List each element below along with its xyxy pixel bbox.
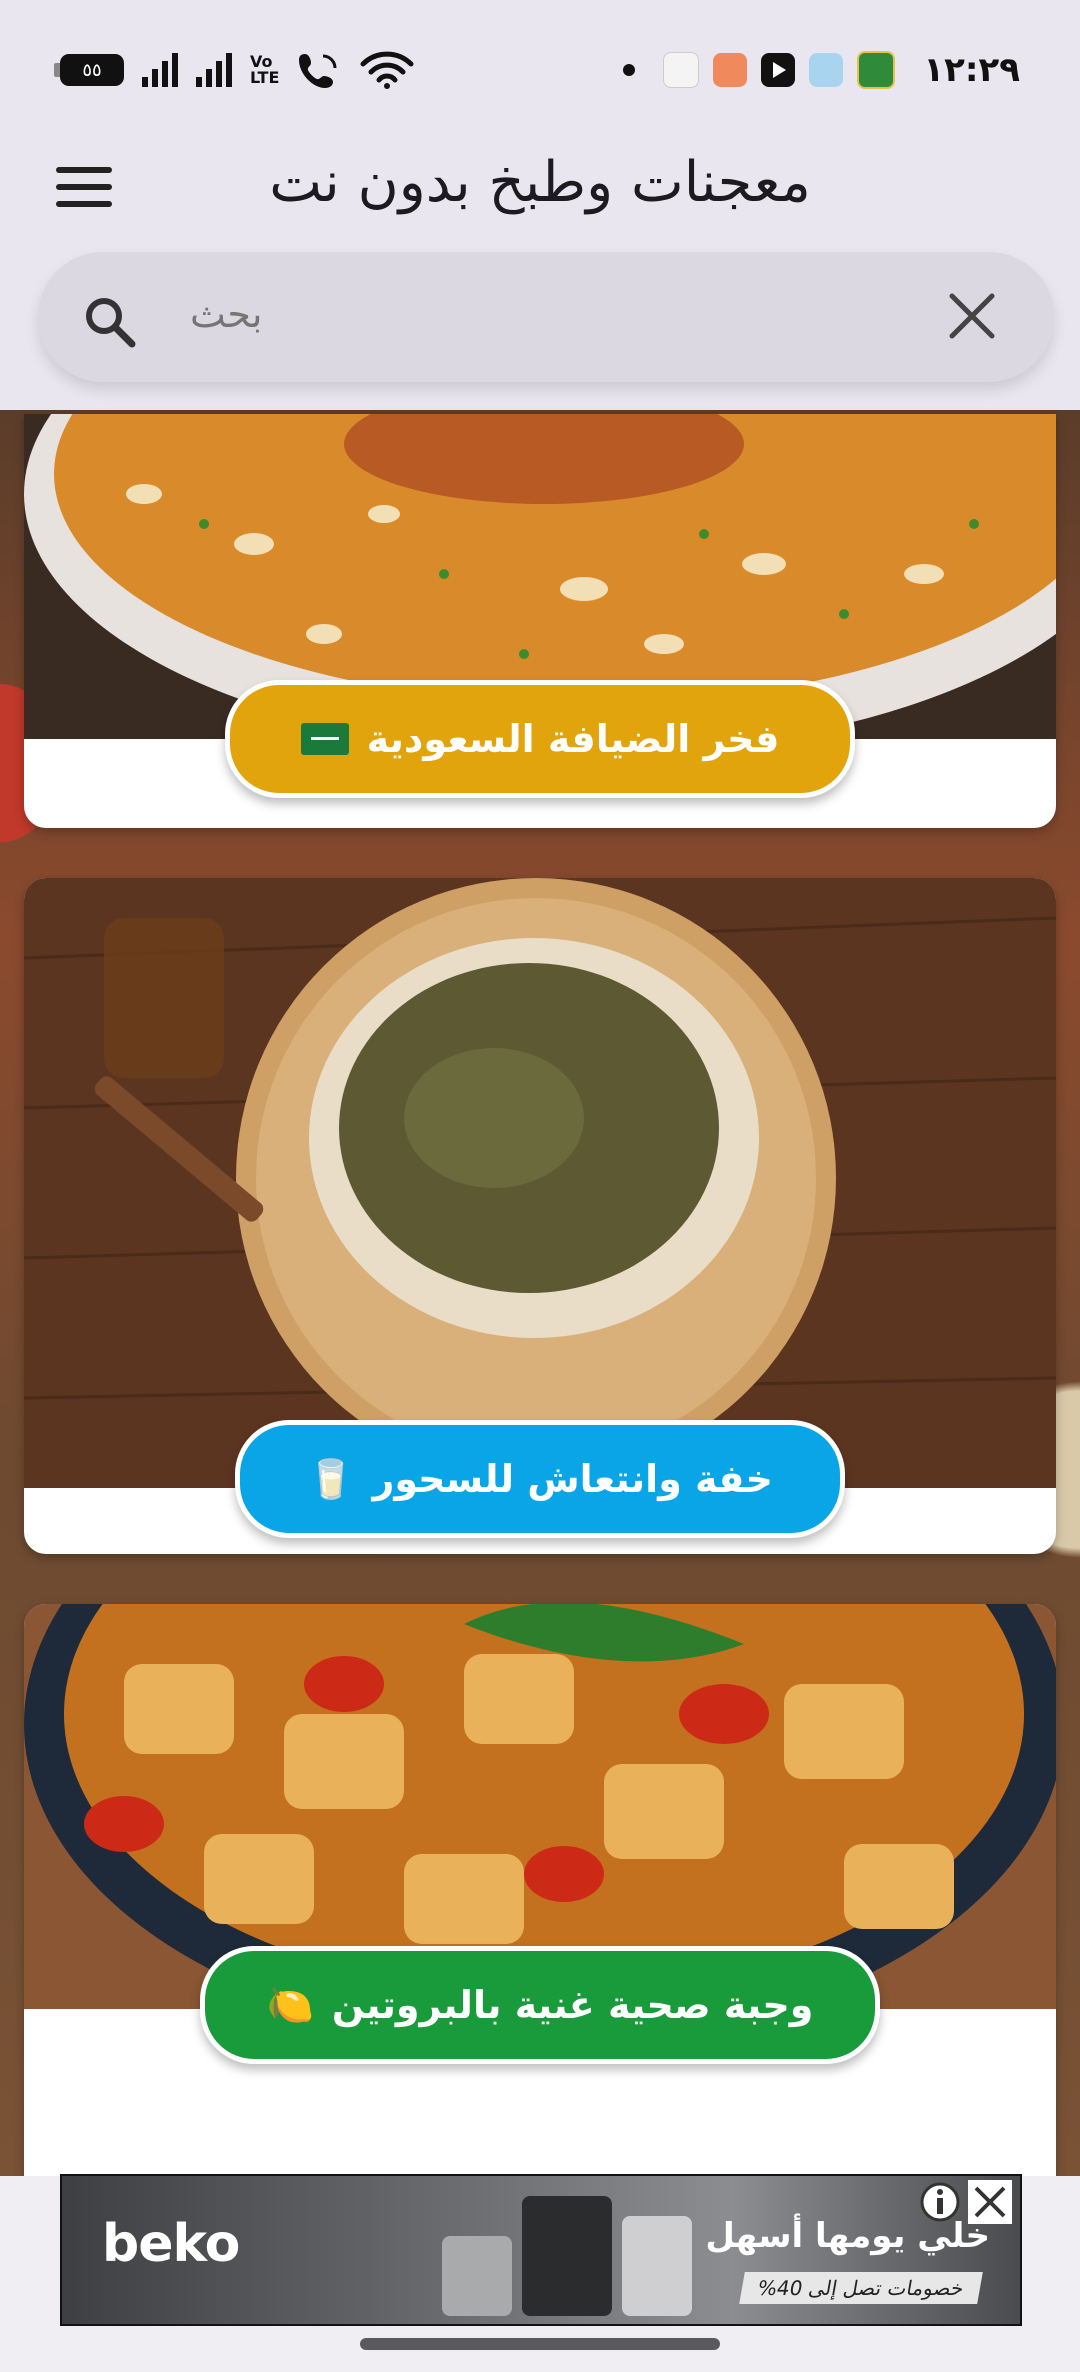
- kettle-image: [622, 2216, 692, 2316]
- search-bar: [38, 252, 1054, 382]
- quran-app-icon: [857, 51, 896, 89]
- search-input[interactable]: [188, 280, 932, 348]
- category-pill[interactable]: وجبة صحية غنية بالبروتين 🍋: [200, 1946, 880, 2064]
- signal-icon: [142, 53, 178, 87]
- recipe-card[interactable]: فخر الضيافة السعودية: [24, 414, 1056, 828]
- recipe-card[interactable]: وجبة صحية غنية بالبروتين 🍋: [24, 1604, 1056, 2204]
- lemon-icon: 🍋: [266, 1982, 314, 2027]
- status-left: ٥٥ Vo LTE: [54, 50, 415, 90]
- close-icon[interactable]: [944, 288, 1000, 344]
- clock-time: ١٢:٢٩: [923, 50, 1020, 90]
- youtube-icon: [761, 53, 796, 87]
- category-pill[interactable]: خفة وانتعاش للسحور 🥛: [235, 1420, 845, 1538]
- dot-icon: [623, 64, 636, 76]
- volte-icon: Vo LTE: [250, 52, 280, 87]
- ad-subline: خصومات تصل إلى 40%: [739, 2272, 983, 2304]
- home-indicator[interactable]: [360, 2338, 720, 2350]
- search-icon[interactable]: [80, 292, 138, 350]
- category-label: فخر الضيافة السعودية: [366, 717, 780, 761]
- ad-banner[interactable]: beko خلي يومها أسهل خصومات تصل إلى 40%: [60, 2174, 1022, 2326]
- battery-level: ٥٥: [82, 59, 102, 81]
- status-right: ١٢:٢٩: [623, 50, 1020, 90]
- game-app-icon: [713, 53, 748, 87]
- wifi-icon: [360, 51, 414, 89]
- menu-icon[interactable]: [56, 167, 112, 211]
- ad-close-icon[interactable]: [968, 2180, 1012, 2224]
- signal-icon-2: [196, 53, 232, 87]
- category-label: خفة وانتعاش للسحور: [372, 1457, 773, 1501]
- category-label: وجبة صحية غنية بالبروتين: [331, 1983, 814, 2027]
- recipe-card[interactable]: خفة وانتعاش للسحور 🥛: [24, 878, 1056, 1554]
- milk-glass-icon: 🥛: [307, 1456, 355, 1501]
- status-bar: ٥٥ Vo LTE ١٢:٢٩: [0, 0, 1080, 140]
- saudi-flag-icon: [300, 723, 349, 755]
- clock-app-icon: [663, 52, 700, 88]
- ad-info-icon[interactable]: [918, 2180, 962, 2224]
- battery-icon: ٥٥: [54, 54, 124, 86]
- category-pill[interactable]: فخر الضيافة السعودية: [225, 680, 855, 798]
- page-title: معجنات وطبخ بدون نت: [269, 150, 811, 215]
- screen: ٥٥ Vo LTE ١٢:٢٩ معجنات وطبخ بدون نت بحث …: [0, 0, 1080, 2372]
- mosque-app-icon: [809, 53, 844, 87]
- toaster-image: [442, 2236, 512, 2316]
- ad-brand-logo: beko: [102, 2214, 240, 2274]
- app-bar: معجنات وطبخ بدون نت: [0, 140, 1080, 250]
- air-fryer-image: [522, 2196, 612, 2316]
- wifi-call-icon: [299, 54, 337, 88]
- zaatar-manakish-image: [24, 878, 1056, 1488]
